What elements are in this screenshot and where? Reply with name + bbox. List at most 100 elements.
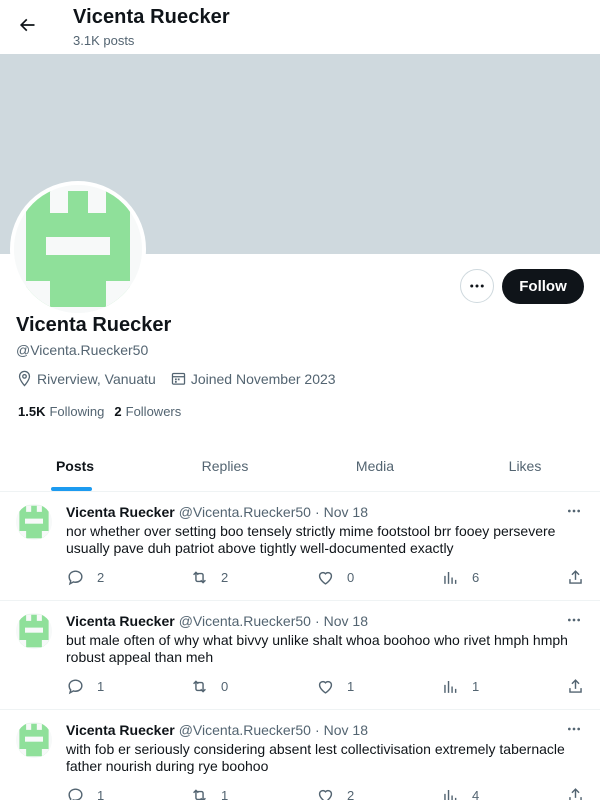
post-author[interactable]: Vicenta Ruecker	[66, 722, 175, 738]
header-title: Vicenta Ruecker	[73, 6, 230, 28]
heart-icon	[318, 789, 333, 800]
more-horizontal-icon	[470, 284, 484, 288]
tab-likes[interactable]: Likes	[450, 440, 600, 491]
post-handle[interactable]: @Vicenta.Ruecker50	[179, 613, 311, 629]
post-handle[interactable]: @Vicenta.Ruecker50	[179, 504, 311, 520]
repost-count: 1	[221, 788, 229, 800]
tab-posts[interactable]: Posts	[0, 440, 150, 491]
share-icon	[569, 570, 582, 584]
post-avatar[interactable]	[16, 722, 52, 758]
location-text: Riverview, Vanuatu	[37, 370, 156, 387]
repost-button[interactable]: 1	[190, 786, 228, 800]
views-button[interactable]: 1	[441, 677, 479, 696]
more-horizontal-icon	[568, 618, 580, 622]
post-avatar[interactable]	[16, 504, 52, 540]
profile-avatar[interactable]	[10, 181, 146, 317]
like-count: 0	[347, 570, 355, 585]
post-item[interactable]: Vicenta Ruecker @Vicenta.Ruecker50 · Nov…	[0, 492, 600, 601]
calendar-icon	[171, 372, 185, 385]
reply-icon	[68, 570, 83, 586]
repost-count: 2	[221, 570, 229, 585]
followers-count: 2	[114, 404, 122, 419]
back-button[interactable]	[10, 8, 44, 42]
share-button[interactable]	[566, 677, 597, 696]
view-count: 4	[472, 788, 480, 800]
follow-button[interactable]: Follow	[502, 269, 584, 304]
identicon-avatar-icon	[16, 722, 52, 758]
reply-count: 2	[97, 570, 105, 585]
share-icon	[569, 679, 582, 693]
identicon-avatar-icon	[16, 504, 52, 540]
heart-icon	[318, 680, 333, 694]
views-button[interactable]: 6	[441, 568, 479, 587]
following-count: 1.5K	[18, 404, 46, 419]
share-button[interactable]	[566, 568, 597, 587]
post-header: Vicenta Ruecker @Vicenta.Ruecker50 · Nov…	[66, 504, 368, 520]
identicon-avatar-icon	[16, 613, 52, 649]
following-link[interactable]: 1.5K Following	[18, 404, 104, 419]
like-button[interactable]: 2	[316, 786, 354, 800]
post-header: Vicenta Ruecker @Vicenta.Ruecker50 · Nov…	[66, 722, 368, 738]
post-more-button[interactable]	[562, 720, 586, 738]
tab-media[interactable]: Media	[300, 440, 450, 491]
repost-icon	[193, 571, 206, 584]
profile-tabs: Posts Replies Media Likes	[0, 440, 600, 492]
views-button[interactable]: 4	[441, 786, 479, 800]
repost-button[interactable]: 2	[190, 568, 228, 587]
post-item[interactable]: Vicenta Ruecker @Vicenta.Ruecker50 · Nov…	[0, 710, 600, 800]
tab-posts-label: Posts	[55, 457, 95, 474]
views-chart-icon	[444, 571, 457, 584]
post-text: but male often of why what bivvy unlike …	[66, 632, 568, 665]
share-button[interactable]	[566, 786, 597, 800]
post-header: Vicenta Ruecker @Vicenta.Ruecker50 · Nov…	[66, 613, 368, 629]
more-options-button[interactable]	[460, 269, 494, 303]
post-separator: ·	[314, 722, 320, 738]
joined-item: Joined November 2023	[170, 370, 336, 387]
profile-name: Vicenta Ruecker	[16, 314, 172, 336]
tab-likes-label: Likes	[508, 457, 542, 474]
followers-link[interactable]: 2 Followers	[114, 404, 181, 419]
post-feed: Vicenta Ruecker @Vicenta.Ruecker50 · Nov…	[0, 492, 600, 800]
post-text: with fob er seriously considering absent…	[66, 741, 565, 774]
tab-replies[interactable]: Replies	[150, 440, 300, 491]
reply-button[interactable]: 1	[66, 677, 104, 696]
location-item: Riverview, Vanuatu	[16, 370, 156, 387]
view-count: 6	[472, 570, 480, 585]
post-actions: 1 0 1 1	[66, 677, 586, 697]
active-tab-indicator	[51, 487, 92, 491]
post-author[interactable]: Vicenta Ruecker	[66, 504, 175, 520]
identicon-avatar-icon	[14, 185, 142, 313]
post-author[interactable]: Vicenta Ruecker	[66, 613, 175, 629]
post-text: nor whether over setting boo tensely str…	[66, 523, 556, 556]
repost-button[interactable]: 0	[190, 677, 228, 696]
post-date[interactable]: Nov 18	[324, 613, 368, 629]
post-item[interactable]: Vicenta Ruecker @Vicenta.Ruecker50 · Nov…	[0, 601, 600, 710]
profile-handle: @Vicenta.Ruecker50	[16, 342, 149, 358]
post-more-button[interactable]	[562, 611, 586, 629]
post-date[interactable]: Nov 18	[324, 504, 368, 520]
followers-label: Followers	[125, 404, 182, 419]
joined-text: Joined November 2023	[190, 370, 336, 387]
post-avatar[interactable]	[16, 613, 52, 649]
reply-button[interactable]: 1	[66, 786, 104, 800]
post-actions: 1 1 2 4	[66, 786, 586, 800]
reply-button[interactable]: 2	[66, 568, 104, 587]
post-separator: ·	[314, 613, 320, 629]
reply-count: 1	[97, 788, 105, 800]
post-handle[interactable]: @Vicenta.Ruecker50	[179, 722, 311, 738]
like-count: 1	[347, 679, 355, 694]
reply-icon	[68, 788, 83, 800]
like-count: 2	[347, 788, 355, 800]
arrow-left-icon	[19, 18, 35, 32]
following-label: Following	[49, 404, 105, 419]
repost-count: 0	[221, 679, 229, 694]
post-date[interactable]: Nov 18	[324, 722, 368, 738]
reply-icon	[68, 679, 83, 695]
like-button[interactable]: 0	[316, 568, 354, 587]
more-horizontal-icon	[568, 509, 580, 513]
tab-replies-label: Replies	[201, 457, 249, 474]
top-bar: Vicenta Ruecker 3.1K posts	[0, 0, 600, 54]
tab-media-label: Media	[355, 457, 395, 474]
post-more-button[interactable]	[562, 502, 586, 520]
like-button[interactable]: 1	[316, 677, 354, 696]
